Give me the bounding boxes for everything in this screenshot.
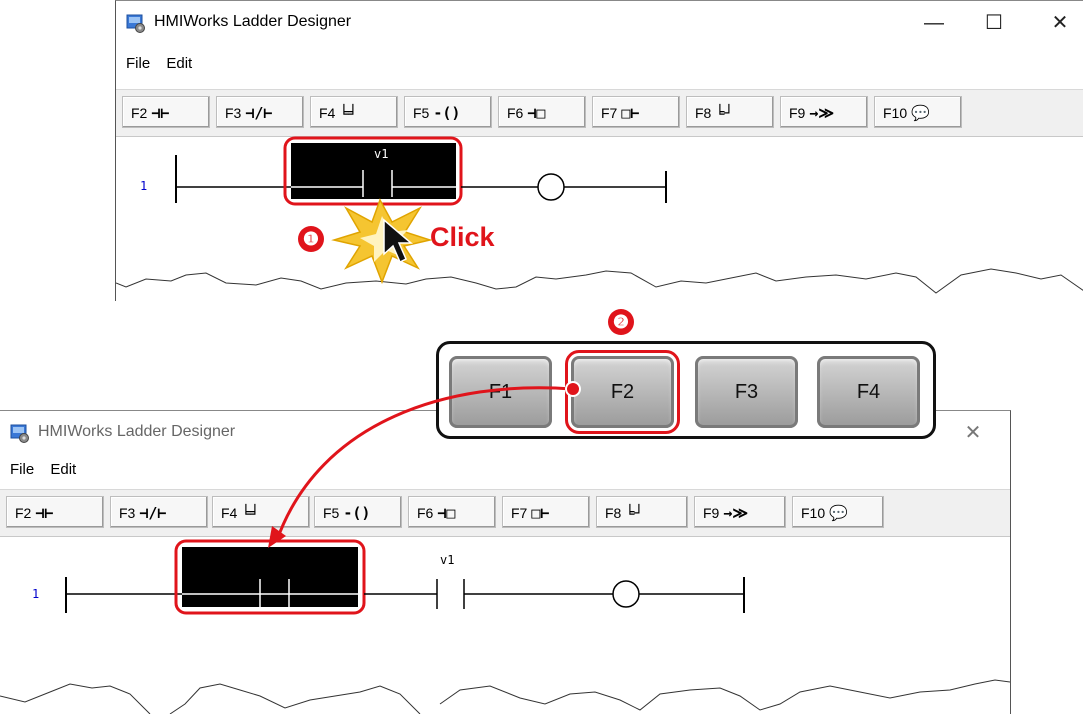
- title-bar: HMIWorks Ladder Designer — ☐ ✕: [116, 1, 1083, 45]
- minimize-button[interactable]: —: [916, 9, 952, 37]
- f10-comment-button[interactable]: F10 💬: [792, 496, 884, 528]
- coil-symbol: [537, 173, 565, 201]
- f2-contact-button[interactable]: F2 ⊣⊢: [6, 496, 104, 528]
- arrow-right-icon: →≫: [723, 504, 749, 522]
- maximize-button[interactable]: ☐: [976, 9, 1012, 37]
- app-icon: [126, 14, 145, 33]
- key-label: F7: [601, 105, 618, 121]
- selected-cell: [182, 547, 358, 607]
- key-label: F5: [413, 105, 430, 121]
- key-label: F6: [417, 505, 434, 521]
- key-f1[interactable]: F1: [449, 356, 552, 428]
- click-label: Click: [430, 222, 495, 252]
- key-label: F4: [221, 505, 238, 521]
- menu-bar: File Edit: [0, 461, 78, 485]
- key-label: F9: [703, 505, 720, 521]
- block-left-icon: ⊣□: [437, 504, 456, 522]
- key-label: F5: [323, 505, 340, 521]
- f7-block-right-button[interactable]: F7 □⊢: [592, 96, 680, 128]
- contact-nc-icon: ⊣/⊢: [245, 104, 273, 122]
- f6-block-left-button[interactable]: F6 ⊣□: [498, 96, 586, 128]
- comment-icon: 💬: [911, 104, 930, 122]
- key-label: F8: [695, 105, 712, 121]
- f6-block-left-button[interactable]: F6 ⊣□: [408, 496, 496, 528]
- key-label: F10: [801, 505, 826, 521]
- step-2-badge: ❷: [608, 309, 634, 335]
- menu-file[interactable]: File: [10, 461, 34, 478]
- ladder-designer-window-bottom: HMIWorks Ladder Designer ✕ File Edit F2 ⊣…: [0, 410, 1011, 714]
- key-label: F2: [15, 505, 32, 521]
- branch-icon: ╘╛: [241, 504, 260, 522]
- menu-edit[interactable]: Edit: [166, 55, 192, 72]
- f9-jump-button[interactable]: F9 →≫: [780, 96, 868, 128]
- coil-symbol: [612, 580, 640, 608]
- torn-edge: [0, 679, 1010, 714]
- f7-block-right-button[interactable]: F7 □⊢: [502, 496, 590, 528]
- contact-no-icon: ⊣⊢: [151, 104, 170, 122]
- arrow-right-icon: →≫: [809, 104, 835, 122]
- coil-icon: -(): [433, 104, 461, 122]
- ladder-designer-window-top: HMIWorks Ladder Designer — ☐ ✕ File Edit…: [115, 0, 1083, 301]
- f4-branch-button[interactable]: F4 ╘╛: [212, 496, 310, 528]
- key-f4[interactable]: F4: [817, 356, 920, 428]
- menu-bar: File Edit: [116, 55, 194, 79]
- f8-branch-block-button[interactable]: F8 ╘┘: [596, 496, 688, 528]
- toolbar: F2 ⊣⊢ F3 ⊣/⊢ F4 ╘╛ F5 -() F6 ⊣□ F7 □⊢ F8 ╘┘ F9 →…: [0, 489, 1010, 537]
- f5-coil-button[interactable]: F5 -(): [314, 496, 402, 528]
- window-title: HMIWorks Ladder Designer: [154, 13, 352, 30]
- branch-icon: ╘╛: [339, 104, 358, 122]
- function-keys-inset: F1 F2 F3 F4: [436, 341, 936, 439]
- key-label: F3: [225, 105, 242, 121]
- key-label: F3: [119, 505, 136, 521]
- f4-branch-button[interactable]: F4 ╘╛: [310, 96, 398, 128]
- f5-coil-button[interactable]: F5 -(): [404, 96, 492, 128]
- menu-edit[interactable]: Edit: [50, 461, 76, 478]
- block-right-icon: □⊢: [621, 104, 640, 122]
- contact-nc-icon: ⊣/⊢: [139, 504, 167, 522]
- f3-contact-nc-button[interactable]: F3 ⊣/⊢: [110, 496, 208, 528]
- toolbar: F2 ⊣⊢ F3 ⊣/⊢ F4 ╘╛ F5 -() F6 ⊣□ F7 □⊢ F8 ╘┘ F9 →…: [116, 89, 1083, 137]
- menu-file[interactable]: File: [126, 55, 150, 72]
- block-right-icon: □⊢: [531, 504, 550, 522]
- f10-comment-button[interactable]: F10 💬: [874, 96, 962, 128]
- block-left-icon: ⊣□: [527, 104, 546, 122]
- torn-edge: [116, 268, 1083, 301]
- f8-branch-block-button[interactable]: F8 ╘┘: [686, 96, 774, 128]
- key-f2[interactable]: F2: [565, 350, 680, 434]
- close-button[interactable]: ✕: [1042, 9, 1078, 37]
- window-title: HMIWorks Ladder Designer: [38, 423, 236, 440]
- branch-block-icon: ╘┘: [625, 504, 644, 522]
- comment-icon: 💬: [829, 504, 848, 522]
- key-label: F2: [131, 105, 148, 121]
- contact-no-icon: ⊣⊢: [35, 504, 54, 522]
- coil-icon: -(): [343, 504, 371, 522]
- f9-jump-button[interactable]: F9 →≫: [694, 496, 786, 528]
- key-label: F10: [883, 105, 908, 121]
- branch-block-icon: ╘┘: [715, 104, 734, 122]
- contact-label: v1: [374, 147, 389, 161]
- f3-contact-nc-button[interactable]: F3 ⊣/⊢: [216, 96, 304, 128]
- step-1-badge: ❶: [298, 226, 324, 252]
- close-button[interactable]: ✕: [955, 419, 991, 447]
- key-f3[interactable]: F3: [695, 356, 798, 428]
- app-icon: [10, 424, 29, 443]
- key-label: F7: [511, 505, 528, 521]
- f2-contact-button[interactable]: F2 ⊣⊢: [122, 96, 210, 128]
- key-label: F4: [319, 105, 336, 121]
- key-label: F6: [507, 105, 524, 121]
- key-label: F8: [605, 505, 622, 521]
- key-label: F9: [789, 105, 806, 121]
